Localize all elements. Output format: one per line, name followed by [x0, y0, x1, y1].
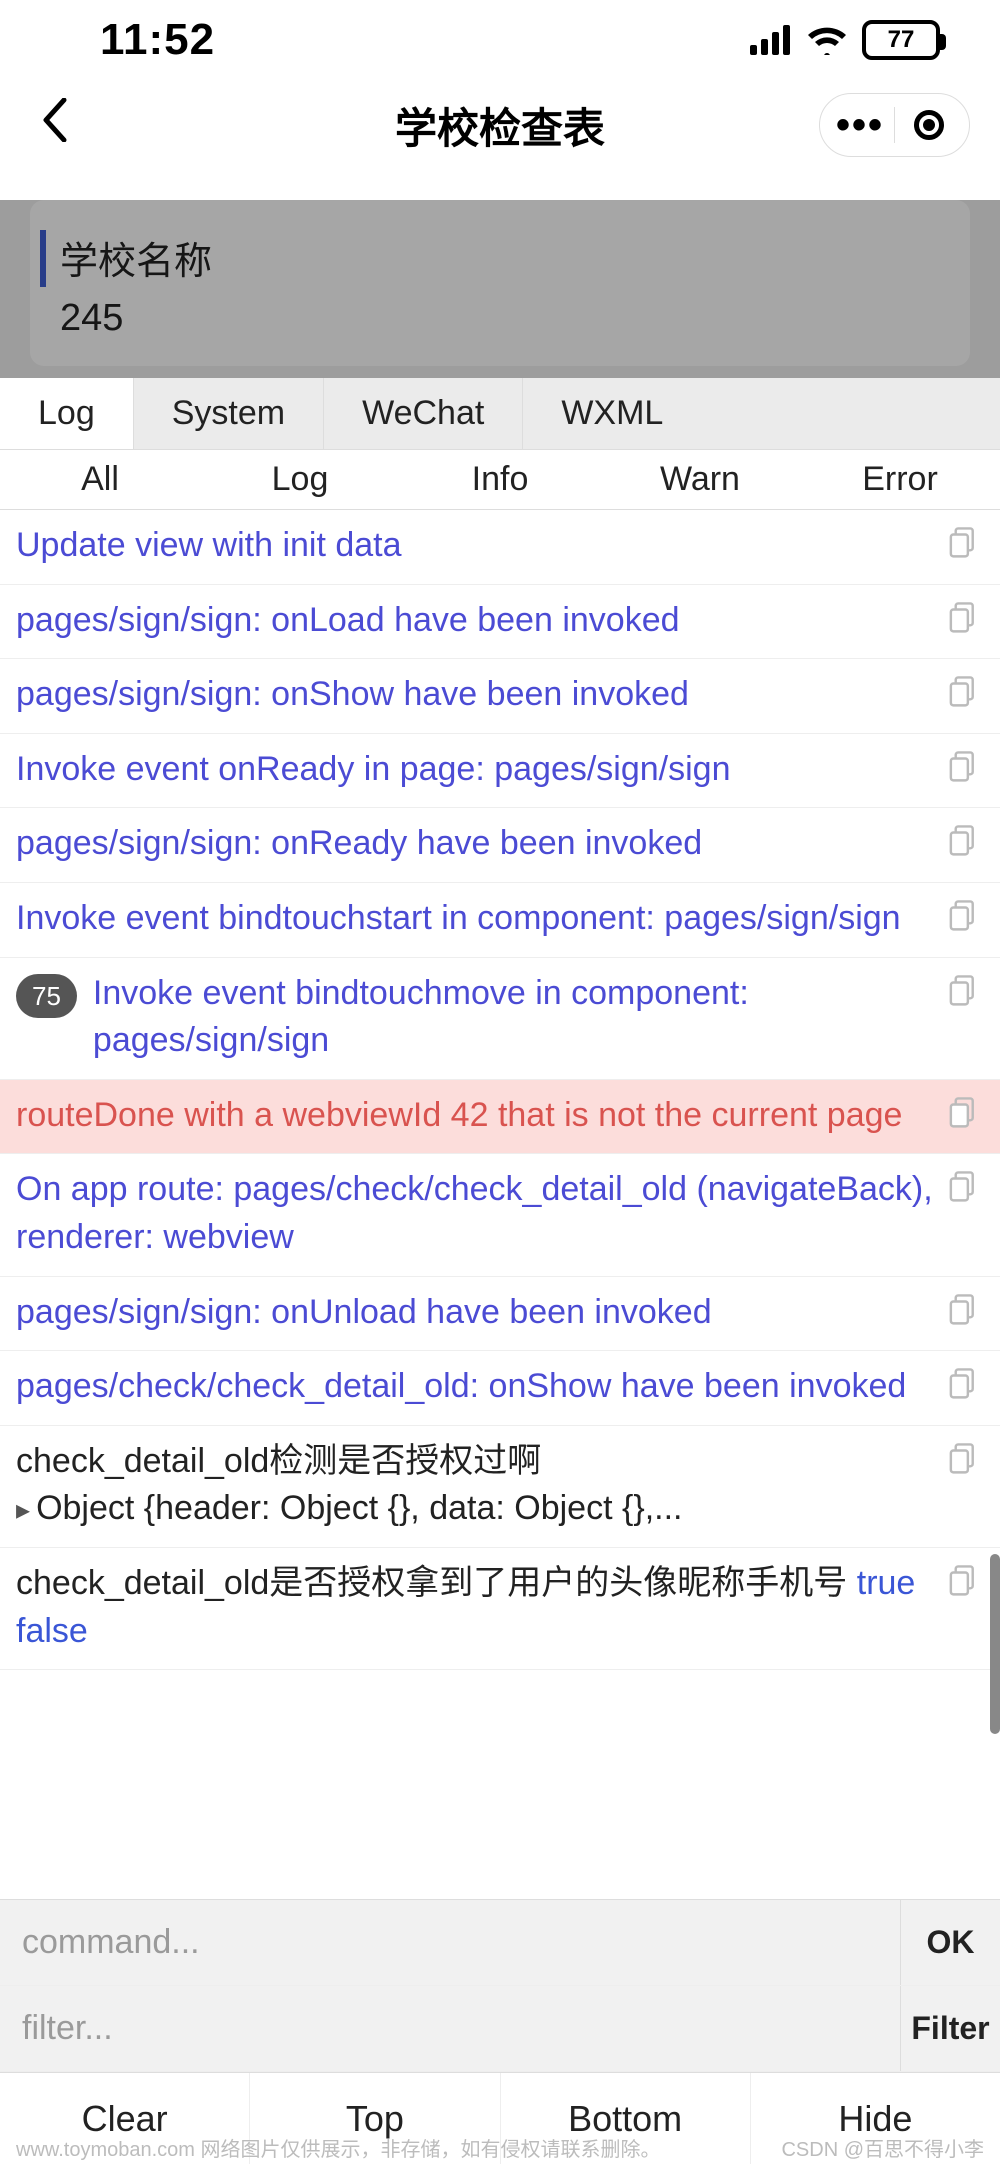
log-row[interactable]: check_detail_old是否授权拿到了用户的头像昵称手机号 true f…	[0, 1548, 1000, 1670]
log-message: pages/sign/sign: onReady have been invok…	[16, 820, 936, 868]
command-input[interactable]	[0, 1900, 900, 1985]
log-message: routeDone with a webviewId 42 that is no…	[16, 1092, 936, 1140]
expand-caret-icon[interactable]: ▸	[16, 1494, 30, 1525]
boolean-value: false	[16, 1612, 88, 1650]
log-message: Invoke event onReady in page: pages/sign…	[16, 746, 936, 794]
copy-icon[interactable]	[948, 526, 984, 566]
vconsole-sub-tabs: All Log Info Warn Error	[0, 450, 1000, 510]
log-row[interactable]: pages/sign/sign: onReady have been invok…	[0, 808, 1000, 883]
copy-icon[interactable]	[948, 824, 984, 864]
tab-wechat[interactable]: WeChat	[324, 378, 523, 449]
scrollbar-thumb[interactable]	[990, 1554, 1000, 1734]
copy-icon[interactable]	[948, 1367, 984, 1407]
wifi-icon	[806, 25, 848, 55]
log-row[interactable]: Invoke event bindtouchstart in component…	[0, 883, 1000, 958]
log-message: pages/sign/sign: onLoad have been invoke…	[16, 597, 936, 645]
filter-input[interactable]	[0, 1986, 900, 2071]
subtab-warn[interactable]: Warn	[600, 450, 800, 509]
tab-system[interactable]: System	[134, 378, 324, 449]
vconsole-panel: Log System WeChat WXML All Log Info Warn…	[0, 378, 1000, 2164]
log-message: Invoke event bindtouchstart in component…	[16, 895, 936, 943]
boolean-value: true	[857, 1564, 916, 1602]
copy-icon[interactable]	[948, 1293, 984, 1333]
log-row[interactable]: Update view with init data	[0, 510, 1000, 585]
copy-icon[interactable]	[948, 1170, 984, 1210]
log-message: pages/check/check_detail_old: onShow hav…	[16, 1363, 936, 1411]
log-message: On app route: pages/check/check_detail_o…	[16, 1166, 936, 1261]
capsule-close-button[interactable]	[899, 95, 959, 155]
filter-row: Filter	[0, 1986, 1000, 2072]
log-row[interactable]: pages/check/check_detail_old: onShow hav…	[0, 1351, 1000, 1426]
log-row[interactable]: On app route: pages/check/check_detail_o…	[0, 1154, 1000, 1276]
capsule-menu-button[interactable]: •••	[830, 95, 890, 155]
nav-bar: 学校检查表 •••	[0, 80, 1000, 170]
tab-log[interactable]: Log	[0, 378, 134, 449]
log-row[interactable]: pages/sign/sign: onUnload have been invo…	[0, 1277, 1000, 1352]
footer-right: CSDN @百思不得小李	[781, 2133, 984, 2162]
subtab-all[interactable]: All	[0, 450, 200, 509]
log-message: check_detail_old检测是否授权过啊▸Object {header:…	[16, 1438, 936, 1533]
filter-button[interactable]: Filter	[900, 1986, 1000, 2071]
capsule-separator	[894, 107, 895, 143]
log-row[interactable]: Invoke event onReady in page: pages/sign…	[0, 734, 1000, 809]
copy-icon[interactable]	[948, 1442, 984, 1482]
battery-icon: 77	[862, 20, 940, 60]
footer-left: www.toymoban.com 网络图片仅供展示，非存储，如有侵权请联系删除。	[16, 2133, 661, 2162]
miniprogram-capsule: •••	[819, 93, 970, 157]
log-row[interactable]: pages/sign/sign: onLoad have been invoke…	[0, 585, 1000, 660]
vconsole-log-list[interactable]: Update view with init data pages/sign/sig…	[0, 510, 1000, 1899]
tab-wxml[interactable]: WXML	[523, 378, 701, 449]
copy-icon[interactable]	[948, 1096, 984, 1136]
command-row: OK	[0, 1900, 1000, 1986]
back-button[interactable]	[30, 98, 80, 153]
log-object[interactable]: ▸Object {header: Object {}, data: Object…	[16, 1485, 936, 1533]
copy-icon[interactable]	[948, 750, 984, 790]
log-row[interactable]: check_detail_old检测是否授权过啊▸Object {header:…	[0, 1426, 1000, 1548]
log-message: check_detail_old是否授权拿到了用户的头像昵称手机号 true f…	[16, 1560, 936, 1655]
copy-icon[interactable]	[948, 974, 984, 1014]
log-message: Update view with init data	[16, 522, 936, 570]
log-message: pages/sign/sign: onShow have been invoke…	[16, 671, 936, 719]
status-time: 11:52	[100, 15, 215, 65]
vconsole-main-tabs: Log System WeChat WXML	[0, 378, 1000, 450]
vconsole-inputs: OK Filter	[0, 1899, 1000, 2072]
log-count-badge: 75	[16, 974, 77, 1018]
log-row[interactable]: routeDone with a webviewId 42 that is no…	[0, 1080, 1000, 1155]
status-bar: 11:52 77	[0, 0, 1000, 80]
subtab-error[interactable]: Error	[800, 450, 1000, 509]
copy-icon[interactable]	[948, 1564, 984, 1604]
subtab-log[interactable]: Log	[200, 450, 400, 509]
log-row[interactable]: pages/sign/sign: onShow have been invoke…	[0, 659, 1000, 734]
subtab-info[interactable]: Info	[400, 450, 600, 509]
copy-icon[interactable]	[948, 601, 984, 641]
status-indicators: 77	[750, 20, 940, 60]
log-message: pages/sign/sign: onUnload have been invo…	[16, 1289, 936, 1337]
cellular-signal-icon	[750, 25, 792, 55]
copy-icon[interactable]	[948, 675, 984, 715]
log-row[interactable]: 75 Invoke event bindtouchmove in componen…	[0, 958, 1000, 1080]
ok-button[interactable]: OK	[900, 1900, 1000, 1985]
log-message: Invoke event bindtouchmove in component:…	[93, 970, 936, 1065]
target-icon	[914, 110, 944, 140]
footer-watermark: www.toymoban.com 网络图片仅供展示，非存储，如有侵权请联系删除。…	[0, 2133, 1000, 2162]
more-icon: •••	[836, 115, 884, 135]
copy-icon[interactable]	[948, 899, 984, 939]
